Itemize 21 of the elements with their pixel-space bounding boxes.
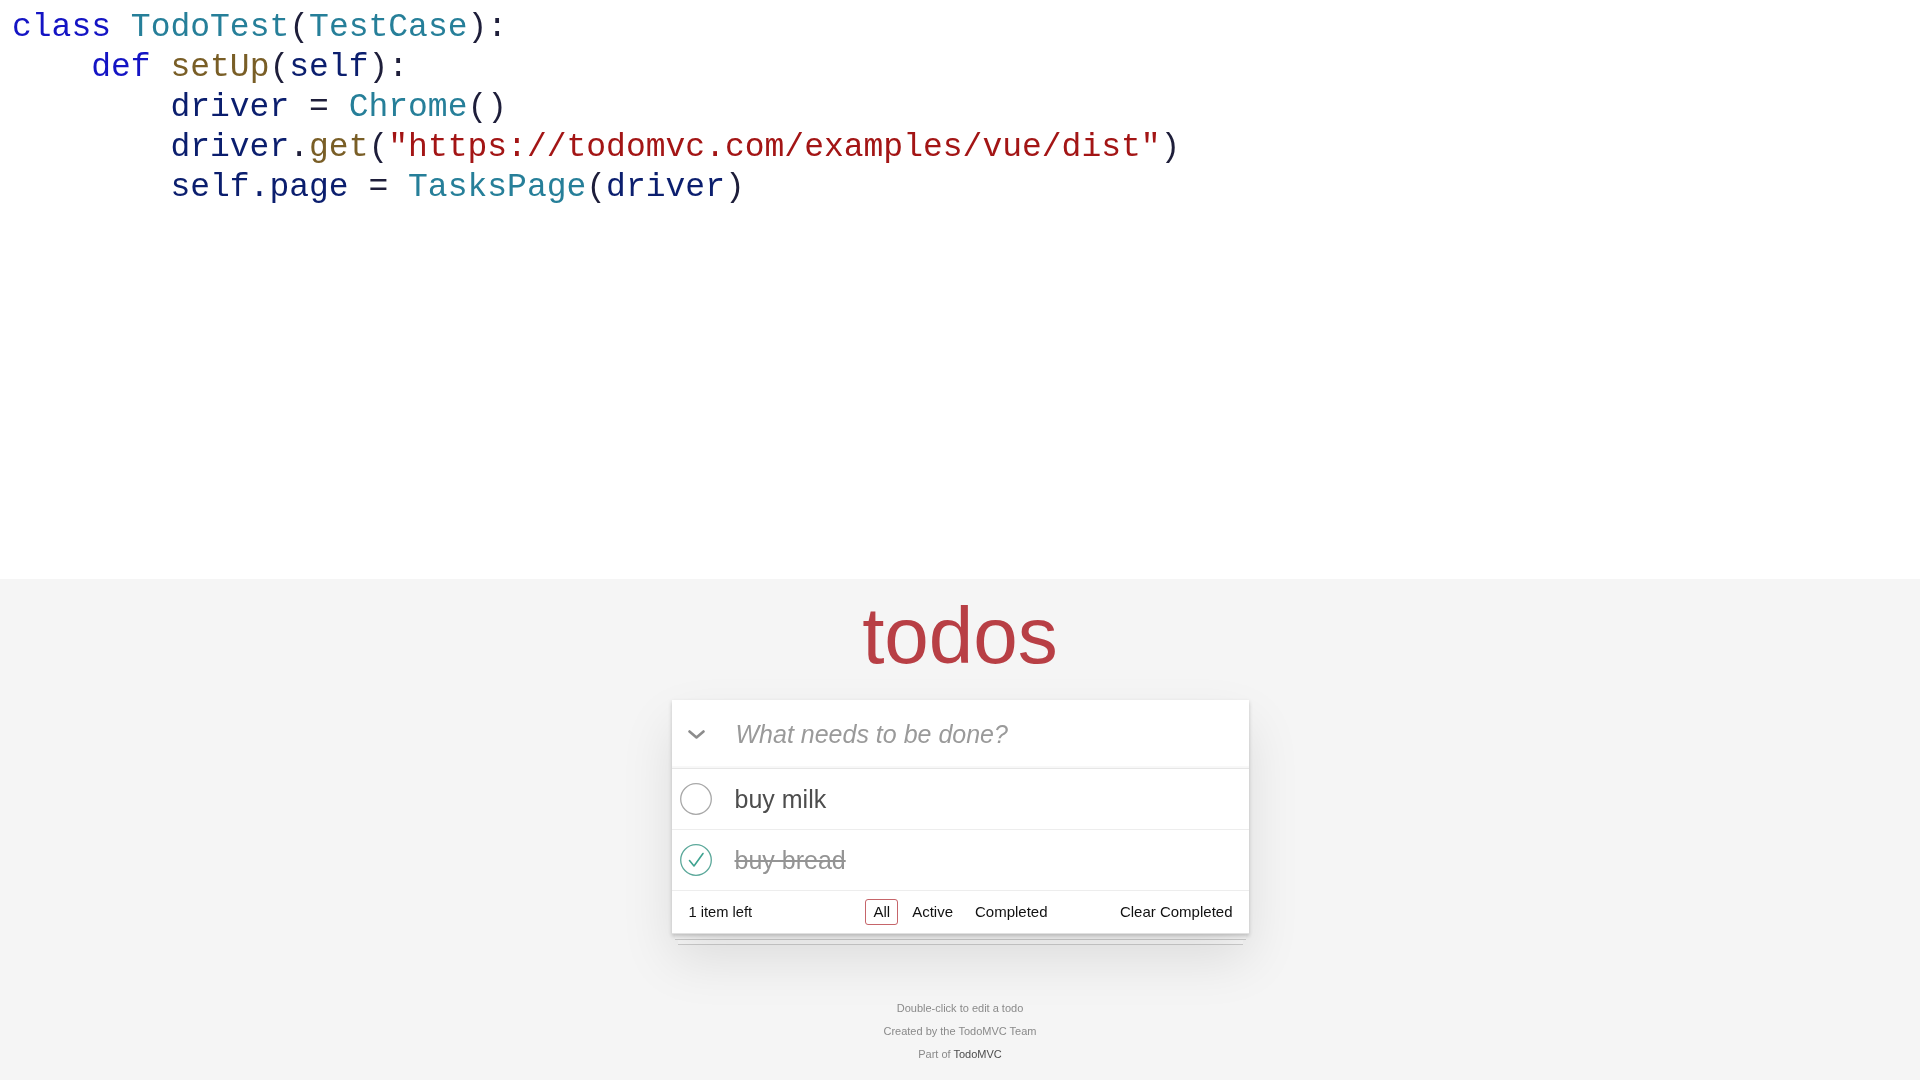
filter-link[interactable]: All [865, 899, 899, 925]
code-line: self.page = TasksPage(driver) [170, 168, 745, 208]
footer-note: Double-click to edit a todo [896, 1002, 1024, 1014]
new-todo-input[interactable]: What needs to be done? [735, 714, 1233, 754]
code-line: driver = Chrome() [170, 88, 508, 128]
footer-note: Part of [918, 1048, 951, 1060]
todo-text: buy milk [734, 784, 827, 814]
todo-checkbox[interactable] [679, 844, 712, 876]
clear-completed-button[interactable]: Clear Completed [1119, 903, 1233, 921]
filter-link[interactable]: Active [904, 899, 961, 925]
code-line: class TodoTest(TestCase): [12, 8, 508, 48]
chevron-down-icon[interactable] [687, 729, 705, 739]
footer-note: Created by the TodoMVC Team [883, 1025, 1037, 1037]
todomvc-link[interactable]: TodoMVC [953, 1048, 1002, 1060]
items-left-count: 1 item left [688, 904, 753, 920]
app-title: todos [862, 596, 1058, 676]
todo-text: buy bread [734, 845, 846, 875]
todo-checkbox[interactable] [679, 783, 712, 815]
filter-link[interactable]: Completed [967, 899, 1056, 925]
code-line: def setUp(self): [91, 48, 409, 88]
code-line: driver.get("https://todomvc.com/examples/vue/dist") [170, 128, 1181, 168]
